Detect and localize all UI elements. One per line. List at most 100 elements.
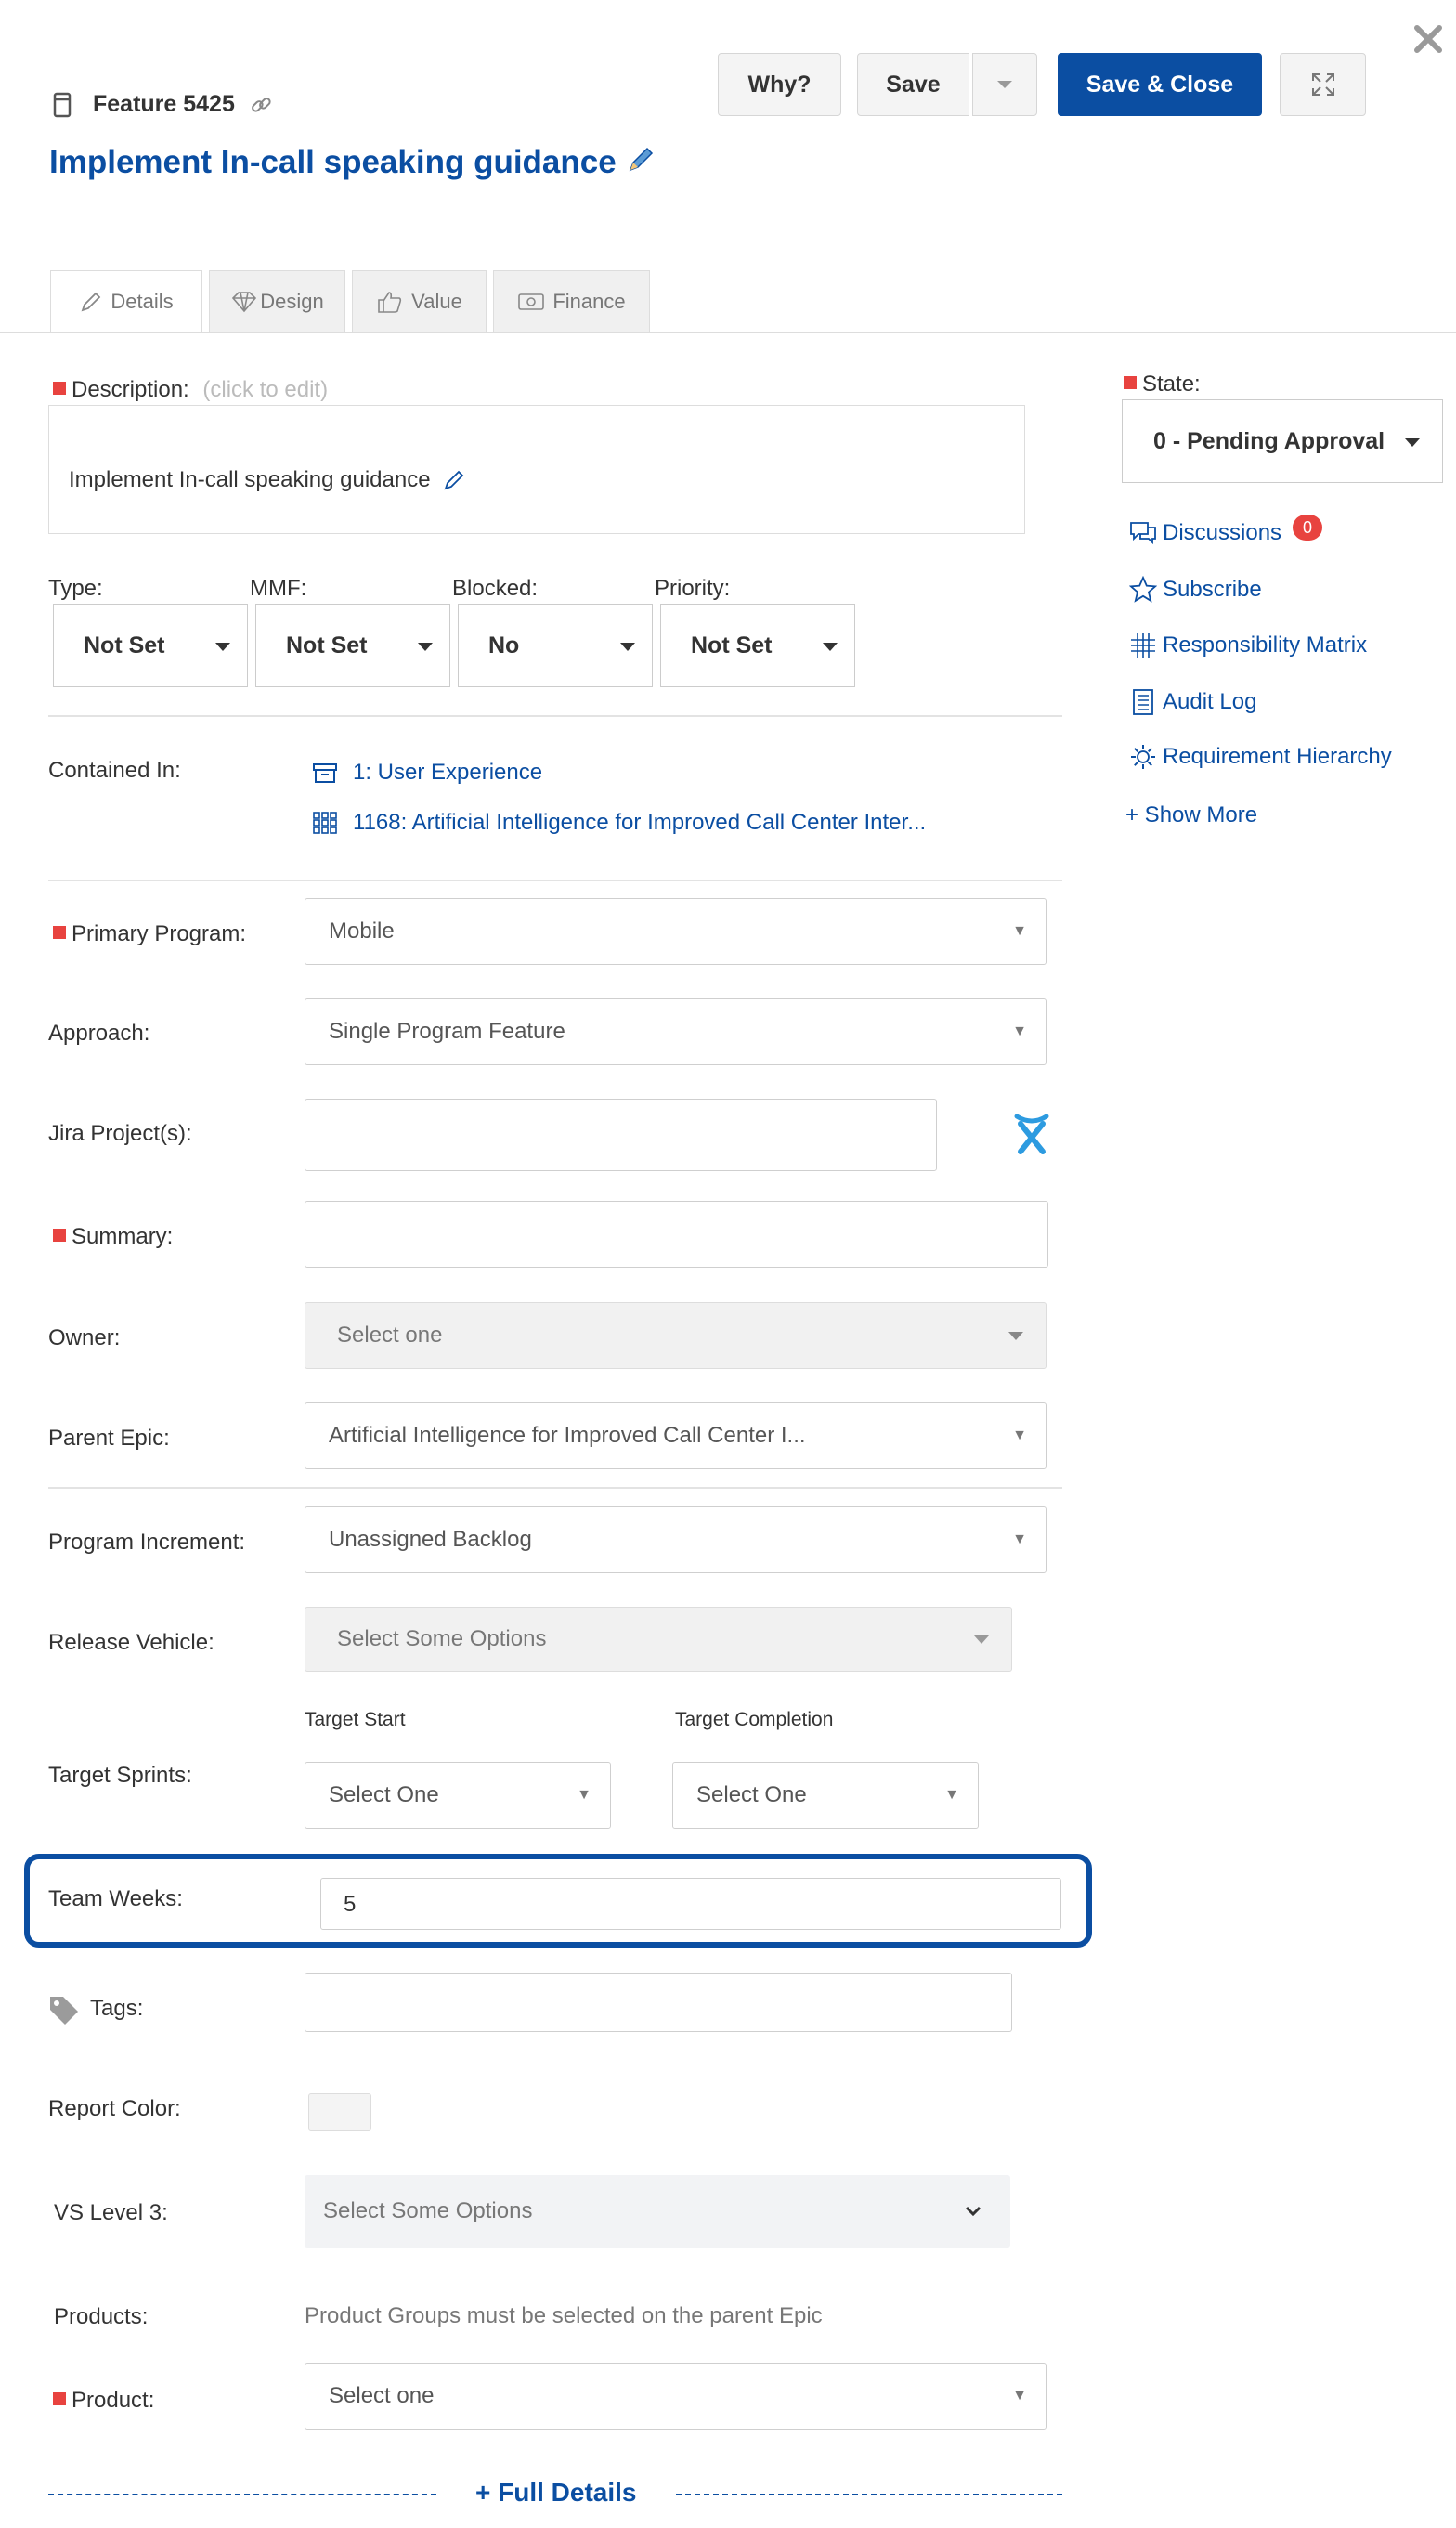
requirement-hierarchy-link[interactable]: Requirement Hierarchy (1129, 743, 1392, 771)
summary-label: Summary: (53, 1224, 173, 1250)
description-hint: (click to edit) (202, 377, 329, 402)
expand-icon (1311, 73, 1334, 96)
discussions-link[interactable]: Discussions 0 (1129, 515, 1323, 546)
tab-finance[interactable]: Finance (493, 270, 650, 332)
target-start-value: Select One (329, 1782, 439, 1807)
subscribe-label: Subscribe (1163, 577, 1262, 602)
product-label: Product: (53, 2388, 154, 2414)
page-title[interactable]: Implement In-call speaking guidance (49, 144, 617, 181)
report-color-swatch[interactable] (308, 2093, 371, 2131)
team-weeks-value: 5 (344, 1892, 357, 1917)
money-icon (518, 293, 545, 310)
item-reference: Feature 5425 (93, 91, 235, 117)
priority-select-value: Not Set (691, 632, 773, 658)
edit-pencil-icon[interactable] (442, 468, 466, 492)
grid-icon (313, 812, 337, 834)
target-start-label: Target Start (305, 1709, 406, 1730)
product-label-text: Product: (72, 2388, 155, 2413)
target-completion-select[interactable]: Select One ▼ (672, 1762, 979, 1829)
required-marker (53, 382, 66, 395)
show-more-link[interactable]: + Show More (1125, 802, 1257, 828)
triangle-down-icon: ▼ (944, 1787, 959, 1803)
tab-design[interactable]: Design (209, 270, 345, 332)
responsibility-matrix-link[interactable]: Responsibility Matrix (1129, 632, 1367, 659)
approach-label: Approach: (48, 1021, 150, 1046)
triangle-down-icon: ▼ (577, 1787, 592, 1803)
parent-epic-select[interactable]: Artificial Intelligence for Improved Cal… (305, 1402, 1046, 1469)
triangle-down-icon: ▼ (1012, 923, 1027, 939)
vs-level-3-label: VS Level 3: (54, 2200, 168, 2225)
copy-link-icon[interactable] (249, 93, 273, 117)
primary-program-select[interactable]: Mobile ▼ (305, 898, 1046, 965)
target-start-select[interactable]: Select One ▼ (305, 1762, 611, 1829)
description-box[interactable]: Implement In-call speaking guidance (48, 405, 1025, 534)
save-close-button[interactable]: Save & Close (1058, 53, 1262, 116)
tab-details[interactable]: Details (50, 270, 202, 332)
products-note: Product Groups must be selected on the p… (305, 2303, 823, 2328)
triangle-down-icon: ▼ (1012, 1427, 1027, 1443)
edit-title-pencil-icon[interactable] (625, 144, 656, 176)
star-icon (1129, 576, 1157, 603)
approach-select[interactable]: Single Program Feature ▼ (305, 998, 1046, 1065)
caret-down-icon (418, 643, 433, 651)
subscribe-link[interactable]: Subscribe (1129, 576, 1262, 604)
primary-program-value: Mobile (329, 919, 395, 944)
tab-label: Design (260, 289, 324, 313)
mmf-select[interactable]: Not Set (255, 604, 450, 687)
mmf-label: MMF: (250, 576, 307, 601)
parent-epic-value: Artificial Intelligence for Improved Cal… (329, 1423, 806, 1448)
tags-input[interactable] (305, 1973, 1012, 2032)
summary-input[interactable] (305, 1201, 1048, 1268)
thumbs-up-icon (378, 291, 402, 313)
why-button[interactable]: Why? (718, 53, 841, 116)
tab-value[interactable]: Value (352, 270, 487, 332)
primary-program-label: Primary Program: (53, 921, 246, 947)
type-label: Type: (48, 576, 103, 601)
primary-program-label-text: Primary Program: (72, 921, 247, 946)
required-marker (1124, 376, 1137, 389)
state-value: 0 - Pending Approval (1153, 427, 1385, 454)
save-button[interactable]: Save (857, 53, 969, 116)
blocked-select[interactable]: No (458, 604, 653, 687)
responsibility-matrix-label: Responsibility Matrix (1163, 632, 1368, 658)
save-options-dropdown-button[interactable] (972, 53, 1037, 116)
product-select[interactable]: Select one ▼ (305, 2363, 1046, 2430)
type-select[interactable]: Not Set (53, 604, 248, 687)
contained-in-item-text: 1: User Experience (353, 760, 543, 785)
audit-log-link[interactable]: Audit Log (1129, 687, 1256, 717)
chevron-down-icon (965, 2206, 982, 2217)
expand-button[interactable] (1280, 53, 1366, 116)
divider (48, 1487, 1062, 1489)
dashed-divider-left (48, 2494, 436, 2495)
release-vehicle-select[interactable]: Select Some Options (305, 1607, 1012, 1672)
dashed-divider-right (676, 2494, 1062, 2495)
state-select[interactable]: 0 - Pending Approval (1122, 399, 1443, 483)
contained-in-item[interactable]: 1168: Artificial Intelligence for Improv… (312, 810, 926, 836)
contained-in-item[interactable]: 1: User Experience (312, 760, 542, 786)
requirement-hierarchy-label: Requirement Hierarchy (1163, 744, 1392, 769)
program-increment-select[interactable]: Unassigned Backlog ▼ (305, 1506, 1046, 1573)
triangle-down-icon: ▼ (1012, 2388, 1027, 2404)
close-icon[interactable] (1410, 20, 1447, 58)
jira-projects-input[interactable] (305, 1099, 937, 1171)
target-completion-value: Select One (696, 1782, 807, 1807)
full-details-link[interactable]: + Full Details (475, 2478, 637, 2508)
jira-logo-icon[interactable] (1008, 1111, 1056, 1159)
team-weeks-input[interactable]: 5 (320, 1878, 1061, 1930)
caret-down-icon (974, 1635, 989, 1644)
program-increment-value: Unassigned Backlog (329, 1527, 532, 1552)
team-weeks-label: Team Weeks: (48, 1886, 183, 1911)
parent-epic-label: Parent Epic: (48, 1426, 170, 1451)
tab-label: Details (110, 290, 174, 313)
priority-select[interactable]: Not Set (660, 604, 855, 687)
chevron-down-icon (997, 81, 1012, 88)
owner-select[interactable]: Select one (305, 1302, 1046, 1369)
description-text-value: Implement In-call speaking guidance (69, 467, 431, 492)
document-icon (53, 92, 72, 118)
gear-puzzle-icon (1131, 745, 1155, 769)
tab-label: Value (411, 289, 462, 313)
summary-label-text: Summary: (72, 1224, 174, 1249)
vs-level-3-select[interactable]: Select Some Options (305, 2175, 1010, 2248)
diamond-icon (232, 291, 257, 312)
tabs-bottom-border (0, 332, 1456, 333)
